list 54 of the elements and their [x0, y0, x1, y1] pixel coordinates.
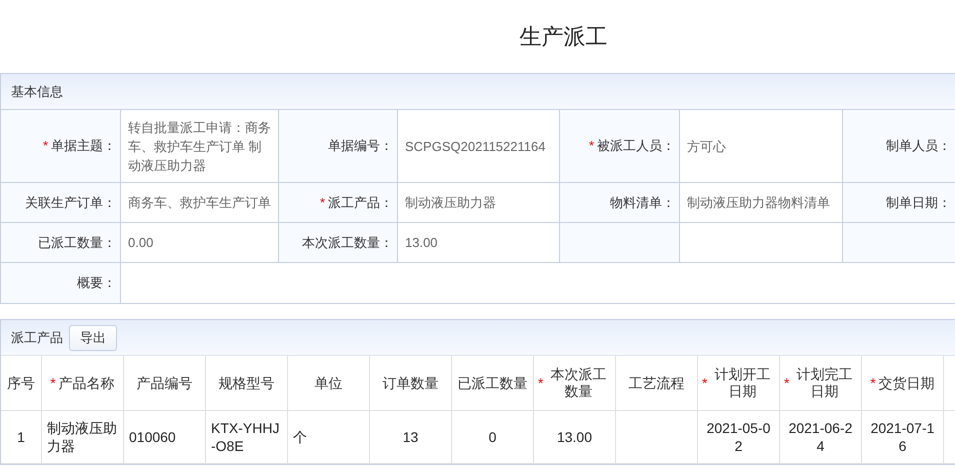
column-header: 序号: [7, 374, 35, 392]
required-mark: *: [50, 374, 56, 392]
field-label: 已派工数量：: [38, 234, 116, 252]
table-cell: 个: [293, 428, 307, 446]
table-cell: 010060: [129, 428, 176, 446]
field-label: 制单日期：: [886, 194, 951, 212]
column-header: 规格型号: [218, 374, 274, 392]
field-value: 制动液压助力器物料清单: [687, 194, 830, 212]
column-header: 订单数量: [382, 374, 438, 392]
table-cell-text: KTX-YHHJ-O8E: [211, 419, 280, 455]
export-button[interactable]: 导出: [69, 324, 117, 350]
section-title: 派工产品: [11, 328, 63, 347]
field-label: 单据主题：: [51, 137, 116, 156]
table-cell-text: 2021-05-02: [706, 419, 772, 455]
table-cell: 1: [17, 428, 25, 446]
column-header: 产品名称: [58, 374, 115, 392]
field-value: 0.00: [128, 234, 154, 252]
table-cell-text: 2021-07-16: [870, 419, 936, 455]
field-value: 商务车、救护车生产订单: [128, 194, 271, 212]
column-header: 产品编号: [136, 374, 192, 392]
table-cell: 13: [402, 428, 418, 446]
required-mark: *: [702, 374, 708, 392]
required-mark: *: [538, 374, 544, 392]
page-title: 生产派工: [520, 23, 608, 51]
field-label: 派工产品：: [328, 194, 393, 212]
table-cell: 0: [488, 428, 496, 446]
column-header: 本次派工数量: [550, 366, 608, 400]
required-mark: *: [42, 137, 48, 156]
field-label: 制单人员：: [886, 137, 951, 156]
field-label: 本次派工数量：: [302, 234, 393, 252]
column-header: 交货日期: [878, 374, 935, 392]
field-label: 概要：: [77, 274, 116, 292]
required-mark: *: [320, 194, 325, 212]
field-label: 物料清单：: [610, 194, 675, 212]
column-header: 计划开工日期: [714, 366, 772, 400]
field-value: SCPGSQ202115221164: [405, 138, 546, 156]
column-header: 已派工数量: [458, 374, 528, 392]
field-value: 转自批量派工申请：商务车、救护车生产订单 制动液压助力器: [128, 118, 271, 174]
field-value: 方可心: [687, 138, 726, 156]
required-mark: *: [784, 374, 790, 392]
required-mark: *: [588, 137, 594, 156]
column-header: 计划完工日期: [796, 366, 854, 400]
field-value: 13.00: [405, 234, 438, 252]
table-cell: 制动液压助力器: [47, 419, 118, 455]
table-cell-text: 2021-06-24: [788, 419, 854, 455]
column-header: 工艺流程: [628, 374, 684, 392]
field-label: 关联生产订单：: [25, 194, 116, 212]
field-label: 被派工人员：: [597, 137, 675, 156]
column-header: 单位: [314, 374, 342, 392]
section-title: 基本信息: [11, 82, 63, 101]
table-cell: 13.00: [556, 428, 592, 446]
field-label: 单据编号：: [328, 137, 393, 156]
required-mark: *: [870, 374, 876, 392]
field-value: 制动液压助力器: [405, 194, 496, 212]
